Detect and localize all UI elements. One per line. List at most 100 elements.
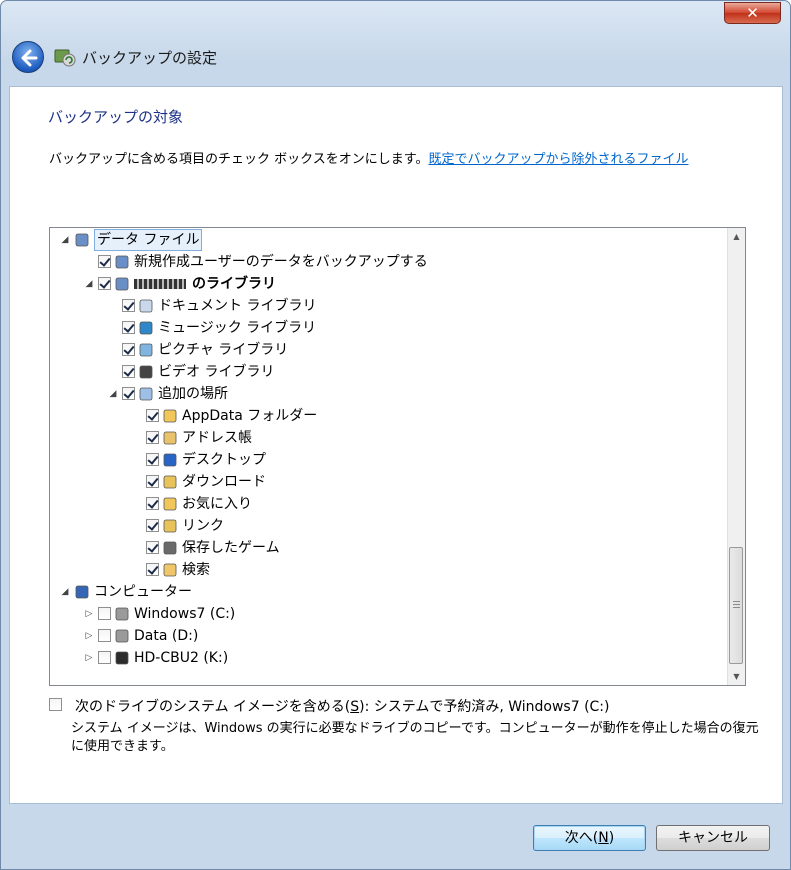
tree-item[interactable]: デスクトップ bbox=[50, 449, 720, 471]
additional-locations-icon bbox=[138, 386, 154, 402]
tree-item[interactable]: ◢ データ ファイル bbox=[50, 229, 720, 251]
tree-item-label: ピクチャ ライブラリ bbox=[158, 342, 289, 358]
folder-icon bbox=[162, 408, 178, 424]
excluded-files-link[interactable]: 既定でバックアップから除外されるファイル bbox=[428, 152, 688, 167]
tree-item-checkbox[interactable] bbox=[122, 299, 135, 312]
tree-item-label: 追加の場所 bbox=[158, 386, 228, 402]
desktop-icon bbox=[162, 452, 178, 468]
window-title: バックアップの設定 bbox=[82, 49, 218, 67]
next-label-pre: 次へ( bbox=[564, 830, 599, 846]
tree-item[interactable]: 新規作成ユーザーのデータをバックアップする bbox=[50, 251, 720, 273]
tree-item[interactable]: ドキュメント ライブラリ bbox=[50, 295, 720, 317]
tree-item-checkbox[interactable] bbox=[146, 563, 159, 576]
tree-item-label: 検索 bbox=[182, 562, 210, 578]
users-icon bbox=[74, 232, 90, 248]
users-icon bbox=[114, 254, 130, 270]
tree-item-checkbox[interactable] bbox=[146, 497, 159, 510]
tree-item-label: 新規作成ユーザーのデータをバックアップする bbox=[134, 254, 428, 270]
tree-item[interactable]: リンク bbox=[50, 515, 720, 537]
collapse-arrow-icon[interactable]: ◢ bbox=[108, 383, 118, 405]
tree-item-checkbox[interactable] bbox=[98, 277, 111, 290]
users-icon bbox=[114, 276, 130, 292]
scroll-down-button[interactable]: ▼ bbox=[728, 668, 745, 685]
tree-item-checkbox[interactable] bbox=[146, 409, 159, 422]
tree-item[interactable]: ◢ コンピューター bbox=[50, 581, 720, 603]
tree-item[interactable]: ピクチャ ライブラリ bbox=[50, 339, 720, 361]
system-image-label-post: ): システムで予約済み, Windows7 (C:) bbox=[359, 699, 610, 715]
tree-item-checkbox[interactable] bbox=[146, 475, 159, 488]
tree-item-label: デスクトップ bbox=[182, 452, 266, 468]
tree-item[interactable]: アドレス帳 bbox=[50, 427, 720, 449]
system-image-label-pre: 次のドライブのシステム イメージを含める( bbox=[75, 699, 351, 715]
back-button[interactable] bbox=[12, 41, 44, 73]
tree-item-checkbox[interactable] bbox=[98, 255, 111, 268]
saved-games-icon bbox=[162, 540, 178, 556]
tree-item-label: AppData フォルダー bbox=[182, 408, 318, 424]
tree-item-checkbox[interactable] bbox=[122, 365, 135, 378]
cancel-button[interactable]: キャンセル bbox=[656, 825, 770, 851]
system-image-accesskey: S bbox=[350, 699, 360, 715]
searches-icon bbox=[162, 562, 178, 578]
close-button[interactable]: ✕ bbox=[724, 2, 781, 24]
drive-icon bbox=[114, 606, 130, 622]
tree-item-checkbox[interactable] bbox=[146, 541, 159, 554]
contacts-icon bbox=[162, 430, 178, 446]
tree-item[interactable]: 検索 bbox=[50, 559, 720, 581]
tree-item[interactable]: ビデオ ライブラリ bbox=[50, 361, 720, 383]
tree-item-label: Data (D:) bbox=[134, 628, 199, 644]
tree-item-checkbox[interactable] bbox=[146, 431, 159, 444]
tree-item-checkbox[interactable] bbox=[122, 321, 135, 334]
scroll-thumb[interactable] bbox=[729, 547, 743, 664]
tree-item-checkbox[interactable] bbox=[122, 343, 135, 356]
vertical-scrollbar[interactable]: ▲ ▼ bbox=[727, 228, 745, 685]
collapse-arrow-icon[interactable]: ◢ bbox=[60, 581, 70, 603]
tree-item-label: のライブラリ bbox=[192, 276, 276, 292]
tree-item[interactable]: ▷ Windows7 (C:) bbox=[50, 603, 720, 625]
system-image-label[interactable]: 次のドライブのシステム イメージを含める(S): システムで予約済み, Wind… bbox=[75, 696, 610, 716]
system-image-description: システム イメージは、Windows の実行に必要なドライブのコピーです。コンピ… bbox=[71, 721, 759, 754]
page-heading: バックアップの対象 bbox=[48, 108, 184, 126]
collapse-arrow-icon[interactable]: ◢ bbox=[60, 229, 70, 251]
tree-item[interactable]: ミュージック ライブラリ bbox=[50, 317, 720, 339]
tree-item[interactable]: ◢ 追加の場所 bbox=[50, 383, 720, 405]
links-icon bbox=[162, 518, 178, 534]
favorites-icon bbox=[162, 496, 178, 512]
tree-item[interactable]: ◢ のライブラリ bbox=[50, 273, 720, 295]
tree-item-label: Windows7 (C:) bbox=[134, 606, 236, 622]
tree-item[interactable]: ▷ Data (D:) bbox=[50, 625, 720, 647]
computer-icon bbox=[74, 584, 90, 600]
instruction-label: バックアップに含める項目のチェック ボックスをオンにします。 bbox=[49, 152, 429, 167]
tree-item[interactable]: お気に入り bbox=[50, 493, 720, 515]
tree-item-checkbox[interactable] bbox=[98, 651, 111, 664]
backup-items-tree[interactable]: ▲ ▼ ◢ データ ファイル新規作成ユーザーのデータをバックアップする ◢ のライブラ… bbox=[49, 227, 746, 686]
backup-icon bbox=[54, 49, 76, 67]
expand-arrow-icon[interactable]: ▷ bbox=[84, 625, 94, 647]
next-button[interactable]: 次へ(N) bbox=[533, 825, 646, 851]
downloads-icon bbox=[162, 474, 178, 490]
instruction-text: バックアップに含める項目のチェック ボックスをオンにします。既定でバックアップか… bbox=[49, 148, 688, 167]
tree-item-label: リンク bbox=[182, 518, 224, 534]
scroll-grip-icon bbox=[733, 601, 740, 608]
expand-arrow-icon[interactable]: ▷ bbox=[84, 603, 94, 625]
collapse-arrow-icon[interactable]: ◢ bbox=[84, 273, 94, 295]
tree-item-checkbox[interactable] bbox=[98, 607, 111, 620]
close-icon: ✕ bbox=[746, 4, 759, 22]
tree-item[interactable]: ダウンロード bbox=[50, 471, 720, 493]
tree-item[interactable]: AppData フォルダー bbox=[50, 405, 720, 427]
external-drive-icon bbox=[114, 650, 130, 666]
tree-item-checkbox[interactable] bbox=[98, 629, 111, 642]
backup-settings-window: ✕ バックアップの設定 バックアップの対象 バックアップに含める項目のチェック … bbox=[0, 0, 791, 870]
tree-item[interactable]: ▷ HD-CBU2 (K:) bbox=[50, 647, 720, 669]
next-label-post: ) bbox=[608, 830, 615, 846]
tree-item[interactable]: 保存したゲーム bbox=[50, 537, 720, 559]
next-accesskey: N bbox=[598, 830, 609, 846]
system-image-checkbox[interactable] bbox=[49, 698, 62, 711]
tree-item-label: 保存したゲーム bbox=[182, 540, 280, 556]
expand-arrow-icon[interactable]: ▷ bbox=[84, 647, 94, 669]
tree-item-checkbox[interactable] bbox=[146, 519, 159, 532]
redacted-username bbox=[134, 279, 186, 289]
tree-item-checkbox[interactable] bbox=[122, 387, 135, 400]
tree-item-checkbox[interactable] bbox=[146, 453, 159, 466]
scroll-up-button[interactable]: ▲ bbox=[728, 228, 745, 245]
tree-item-label: ミュージック ライブラリ bbox=[158, 320, 317, 336]
